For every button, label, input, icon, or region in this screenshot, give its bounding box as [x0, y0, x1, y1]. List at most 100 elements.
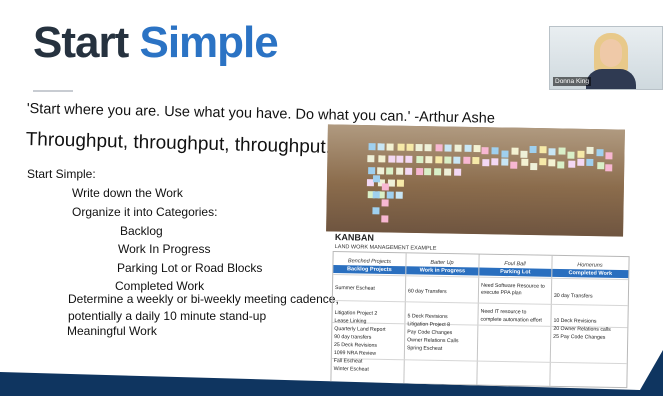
backlog-cell: 1099 NRA Review — [333, 350, 377, 357]
backlog-cell: 25 Deck Revisions — [333, 342, 378, 349]
completed-cell: 10 Deck Revisions — [553, 317, 597, 325]
sticky-note — [454, 144, 462, 152]
backlog-cell: Summer Escheat — [334, 285, 375, 292]
sticky-note — [548, 159, 556, 167]
sticky-note — [597, 162, 605, 170]
sticky-note — [586, 159, 594, 167]
sticky-note — [434, 168, 442, 176]
sticky-note — [381, 215, 389, 223]
sticky-note — [381, 199, 389, 207]
caption-foul-ball: Foul Ball — [504, 260, 526, 268]
sticky-note — [406, 143, 414, 151]
parking-cell: Need Software Resource to — [481, 282, 545, 290]
sticky-note — [444, 144, 452, 152]
backlog-cell: Winter Escheat — [333, 366, 369, 373]
sticky-note — [367, 155, 375, 163]
sticky-note — [372, 207, 380, 215]
sticky-note — [454, 168, 462, 176]
sticky-note — [464, 144, 472, 152]
sticky-note — [539, 158, 547, 166]
wip-cell: Pay Code Changes — [407, 329, 453, 337]
sticky-note — [386, 191, 394, 199]
sticky-note — [368, 143, 376, 151]
kanban-table: KANBAN LAND WORK MANAGEMENT EXAMPLE Benc… — [330, 232, 630, 389]
sticky-note — [367, 167, 376, 175]
sticky-note — [381, 183, 389, 191]
kanban-board-photo — [326, 124, 625, 237]
slide-subtitle: Throughput, throughput, throughput.... — [25, 129, 348, 159]
backlog-cell: 90 day transfers — [334, 334, 372, 341]
sticky-note — [566, 151, 575, 159]
backlog-cell: Fall Escheat — [333, 358, 363, 365]
wip-cell: Owner Relations Calls — [407, 337, 459, 345]
sticky-note — [576, 159, 585, 167]
sticky-note — [529, 146, 537, 154]
sticky-note — [596, 149, 604, 157]
list-item: Backlog — [120, 224, 163, 238]
sticky-note — [568, 160, 576, 168]
title-divider — [33, 90, 73, 92]
participant-video-tile[interactable]: Donna King — [549, 26, 663, 90]
sticky-note — [396, 155, 404, 163]
sticky-note — [586, 147, 594, 155]
sticky-note — [377, 143, 385, 151]
list-item: Completed Work — [115, 279, 205, 293]
slide-title: Start Simple — [33, 18, 279, 68]
participant-body — [586, 69, 636, 89]
sticky-note — [443, 168, 451, 176]
wip-cell: Litigation Project 8 — [407, 321, 451, 329]
sticky-note — [416, 167, 424, 176]
parking-cell: execute PPA plan — [480, 289, 522, 297]
sticky-note — [557, 161, 565, 169]
slide-quote: 'Start where you are. Use what you have.… — [26, 101, 496, 127]
sticky-note — [396, 167, 404, 175]
wip-cell: Spring Escheat — [406, 345, 443, 352]
list-item: Parking Lot or Road Blocks — [117, 261, 263, 275]
sticky-note — [395, 191, 403, 199]
sticky-note — [501, 150, 509, 158]
completed-cell: 30 day Transfers — [553, 292, 593, 300]
row-divider — [332, 300, 628, 307]
wip-cell: 60 day Transfers — [407, 288, 447, 295]
backlog-cell: Quarterly Land Report — [334, 326, 386, 333]
participant-name-label: Donna King — [553, 77, 591, 86]
list-item: potentially a daily 10 minute stand-up — [68, 309, 267, 323]
kanban-title: KANBAN — [334, 232, 374, 243]
wip-cell: 5 Deck Revisions — [407, 313, 448, 321]
participant-face — [600, 39, 622, 67]
sticky-note — [386, 143, 394, 151]
backlog-cell: Lease Linking — [334, 318, 367, 325]
sticky-note — [548, 148, 556, 156]
sticky-note — [558, 146, 566, 155]
list-item: Organize it into Categories: — [72, 205, 218, 219]
sticky-note — [377, 167, 385, 175]
sticky-note — [473, 144, 481, 153]
sticky-note — [416, 155, 424, 164]
sticky-note — [396, 179, 404, 187]
sticky-note — [372, 191, 380, 199]
completed-cell: 25 Pay Code Changes — [553, 333, 606, 341]
sticky-note — [378, 155, 386, 163]
header-completed: Completed Work — [552, 268, 629, 279]
sticky-note — [501, 158, 509, 166]
list-item: Write down the Work — [72, 186, 183, 200]
sticky-note — [397, 143, 405, 151]
sticky-note — [444, 156, 452, 164]
sticky-note — [453, 156, 461, 164]
list-item: Meaningful Work — [67, 324, 157, 338]
sticky-note — [388, 155, 396, 163]
sticky-note — [435, 144, 443, 152]
sticky-note — [435, 156, 443, 164]
sticky-note — [482, 158, 490, 166]
sticky-note — [530, 163, 538, 171]
sticky-note — [425, 156, 433, 164]
list-item: Start Simple: — [27, 167, 96, 181]
sticky-note — [511, 147, 519, 155]
sticky-note — [520, 158, 529, 166]
sticky-note — [605, 152, 613, 160]
sticky-note — [463, 156, 471, 164]
header-parking: Parking Lot — [479, 267, 552, 277]
sticky-note — [481, 147, 489, 155]
sticky-note — [605, 164, 613, 172]
list-item: Work In Progress — [118, 242, 211, 256]
